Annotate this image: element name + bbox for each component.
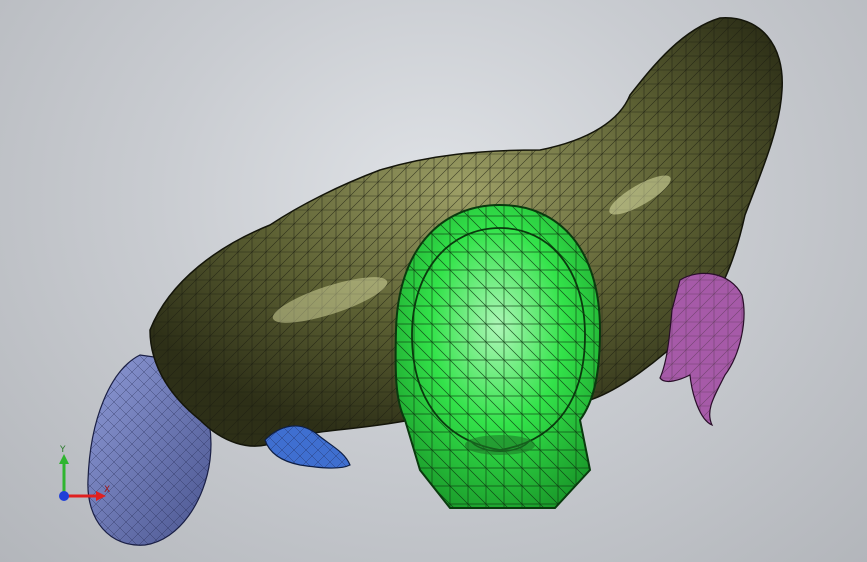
triad-graphic: Y X xyxy=(59,445,110,501)
y-axis-arrowhead xyxy=(59,454,69,464)
helmet-part[interactable] xyxy=(394,203,602,509)
model-scene[interactable] xyxy=(0,0,867,562)
graphics-viewport[interactable]: Y X xyxy=(0,0,867,562)
z-axis-dot xyxy=(59,491,69,501)
left-hand-part[interactable] xyxy=(264,425,351,469)
y-axis-label: Y xyxy=(59,445,66,455)
coordinate-triad: Y X xyxy=(48,440,118,510)
x-axis-label: X xyxy=(104,485,110,495)
